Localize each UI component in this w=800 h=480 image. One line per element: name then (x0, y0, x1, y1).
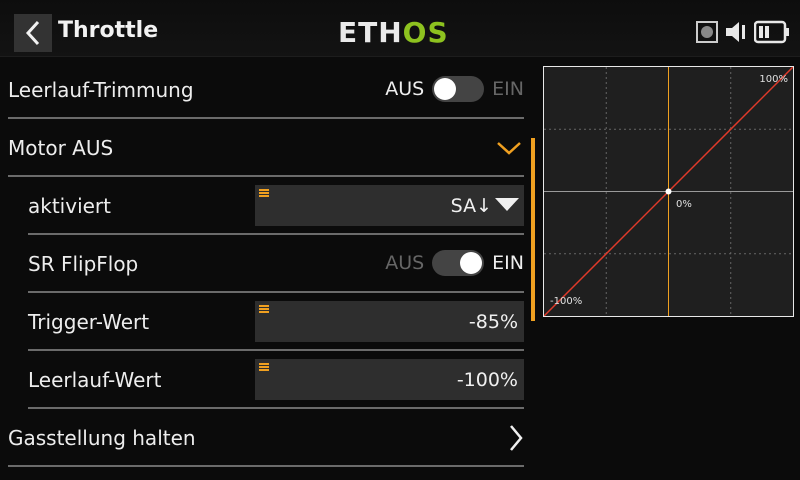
curve-plot: 100% -100% 0% (544, 67, 793, 316)
grip-icon (259, 189, 269, 197)
idle-value-row: Leerlauf-Wert -100% (28, 352, 524, 409)
motor-off-label: Motor AUS (8, 136, 114, 160)
grip-icon (259, 305, 269, 313)
trigger-value: -85% (468, 311, 518, 333)
idle-value-label: Leerlauf-Wert (28, 368, 162, 392)
sr-flipflop-label: SR FlipFlop (28, 252, 139, 276)
sr-flipflop-toggle[interactable]: AUS EIN (385, 250, 524, 276)
throttle-hold-label: Gasstellung halten (8, 426, 196, 450)
throttle-curve-chart: 100% -100% 0% (543, 66, 794, 317)
toggle-knob (460, 252, 483, 274)
activated-label: aktiviert (28, 194, 111, 218)
motor-off-row[interactable]: Motor AUS (8, 120, 524, 177)
page-title: Throttle (58, 18, 159, 43)
toggle-on-label: EIN (492, 252, 524, 274)
chevron-down-icon[interactable] (496, 140, 522, 156)
trigger-value-field[interactable]: -85% (255, 301, 524, 342)
scrollbar[interactable] (531, 138, 535, 321)
curve-point (665, 188, 672, 195)
label-min: -100% (550, 296, 582, 307)
activated-row: aktiviert SA↓ (28, 178, 524, 235)
toggle-off-label: AUS (385, 78, 425, 100)
trigger-value-row: Trigger-Wert -85% (28, 294, 524, 351)
header-bar: Throttle ETHOS (0, 0, 800, 57)
idle-trim-label: Leerlauf-Trimmung (8, 78, 194, 102)
speaker-icon (726, 22, 745, 42)
trigger-value-label: Trigger-Wert (28, 310, 150, 334)
idle-value: -100% (456, 369, 518, 391)
sr-flipflop-row: SR FlipFlop AUS EIN (28, 236, 524, 293)
status-icons (696, 20, 790, 44)
record-indicator-icon (696, 21, 718, 43)
idle-value-field[interactable]: -100% (255, 359, 524, 400)
label-center: 0% (676, 199, 692, 210)
activated-switch-select[interactable]: SA↓ (255, 185, 524, 226)
toggle-track[interactable] (432, 250, 485, 276)
back-button[interactable] (14, 14, 52, 52)
activated-value: SA↓ (450, 195, 492, 217)
chevron-left-icon (25, 20, 40, 46)
ethos-logo: ETHOS (338, 16, 449, 49)
toggle-off-label: AUS (385, 252, 425, 274)
dropdown-arrow-icon (495, 198, 519, 211)
grip-icon (259, 363, 269, 371)
toggle-knob (434, 78, 457, 100)
throttle-hold-row[interactable]: Gasstellung halten (8, 410, 524, 467)
toggle-track[interactable] (432, 76, 485, 102)
chevron-right-icon[interactable] (508, 424, 524, 452)
toggle-on-label: EIN (492, 78, 524, 100)
idle-trim-row: Leerlauf-Trimmung AUS EIN (8, 62, 524, 119)
label-max: 100% (759, 74, 788, 85)
battery-icon (754, 20, 789, 44)
idle-trim-toggle[interactable]: AUS EIN (385, 76, 524, 102)
